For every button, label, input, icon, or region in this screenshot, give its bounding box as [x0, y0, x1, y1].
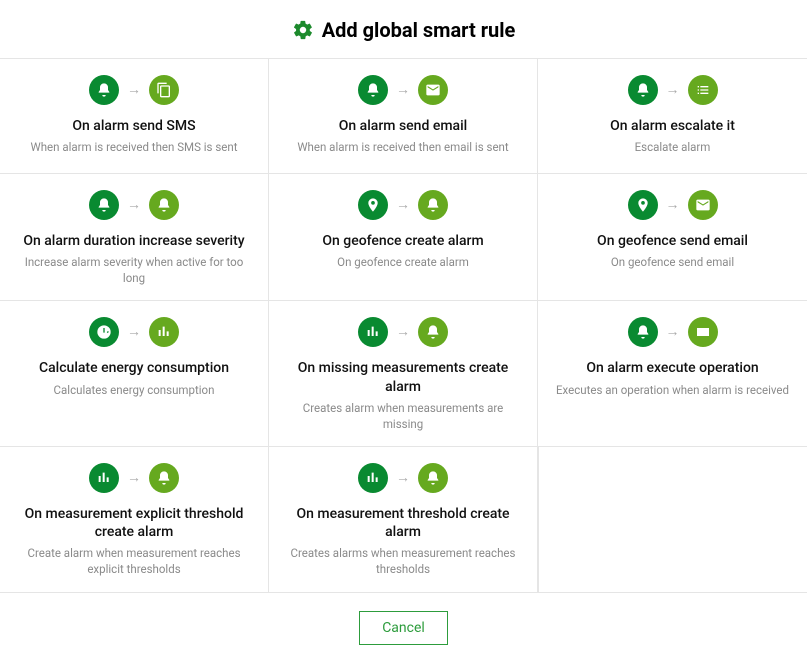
empty-cell: [538, 447, 807, 593]
rule-card[interactable]: → On missing measurements create alarm Cre…: [269, 301, 538, 447]
rule-description: Increase alarm severity when active for …: [10, 254, 258, 286]
arrow-icon: →: [127, 325, 141, 339]
rule-description: Calculates energy consumption: [48, 382, 221, 398]
operation-icon: [688, 317, 718, 347]
rule-card[interactable]: → On measurement explicit threshold creat…: [0, 447, 269, 593]
rule-title: On measurement threshold create alarm: [279, 505, 527, 541]
dialog-title: Add global smart rule: [322, 18, 516, 42]
bell-icon: [418, 317, 448, 347]
rule-description: Executes an operation when alarm is rece…: [550, 382, 795, 398]
rule-icon-row: →: [358, 190, 448, 220]
map-icon: [358, 190, 388, 220]
rule-card[interactable]: → On alarm send SMS When alarm is received…: [0, 59, 269, 174]
bell-icon: [358, 75, 388, 105]
rule-icon-row: →: [628, 75, 718, 105]
rule-description: Create alarm when measurement reaches ex…: [10, 545, 258, 577]
rule-title: On alarm send SMS: [72, 117, 195, 135]
rule-title: On alarm duration increase severity: [23, 232, 244, 250]
arrow-icon: →: [666, 325, 680, 339]
arrow-icon: →: [127, 198, 141, 212]
rule-description: When alarm is received then email is sen…: [291, 139, 514, 155]
bars-icon: [89, 463, 119, 493]
dialog-footer: Cancel: [0, 593, 807, 663]
arrow-icon: →: [127, 83, 141, 97]
rule-card[interactable]: → On geofence create alarm On geofence cre…: [269, 174, 538, 301]
bars-icon: [358, 463, 388, 493]
bars-icon: [149, 317, 179, 347]
arrow-icon: →: [396, 325, 410, 339]
rule-title: On missing measurements create alarm: [279, 359, 527, 395]
rule-title: Calculate energy consumption: [39, 359, 229, 377]
rule-title: On alarm send email: [339, 117, 467, 135]
rule-icon-row: →: [358, 463, 448, 493]
rule-icon-row: →: [89, 317, 179, 347]
rule-title: On alarm escalate it: [610, 117, 735, 135]
rule-icon-row: →: [89, 463, 179, 493]
arrow-icon: →: [666, 198, 680, 212]
bell-icon: [628, 75, 658, 105]
rule-title: On geofence create alarm: [322, 232, 483, 250]
rule-icon-row: →: [358, 317, 448, 347]
rule-icon-row: →: [89, 75, 179, 105]
bell-icon: [149, 190, 179, 220]
bell-icon: [628, 317, 658, 347]
bell-icon: [149, 463, 179, 493]
map-icon: [628, 190, 658, 220]
bell-icon: [418, 463, 448, 493]
rule-icon-row: →: [628, 317, 718, 347]
rule-title: On geofence send email: [597, 232, 748, 250]
arrow-icon: →: [396, 471, 410, 485]
arrow-icon: →: [396, 83, 410, 97]
rule-icon-row: →: [89, 190, 179, 220]
rule-card[interactable]: → On alarm execute operation Executes an o…: [538, 301, 807, 447]
gauge-icon: [89, 317, 119, 347]
mail-icon: [688, 190, 718, 220]
gear-icon: [292, 19, 314, 41]
arrow-icon: →: [396, 198, 410, 212]
rule-description: On geofence send email: [605, 254, 740, 270]
arrow-icon: →: [666, 83, 680, 97]
rule-title: On measurement explicit threshold create…: [10, 505, 258, 541]
rule-icon-row: →: [358, 75, 448, 105]
rule-card[interactable]: → On measurement threshold create alarm Cr…: [269, 447, 538, 593]
mail-icon: [418, 75, 448, 105]
rule-description: Escalate alarm: [629, 139, 717, 155]
rule-card[interactable]: → On alarm duration increase severity Incr…: [0, 174, 269, 301]
rule-card[interactable]: → On alarm send email When alarm is receiv…: [269, 59, 538, 174]
dialog-header: Add global smart rule: [0, 0, 807, 58]
rule-grid: → On alarm send SMS When alarm is received…: [0, 58, 807, 593]
rule-card[interactable]: → On alarm escalate it Escalate alarm: [538, 59, 807, 174]
bell-icon: [89, 75, 119, 105]
rule-card[interactable]: → On geofence send email On geofence send …: [538, 174, 807, 301]
copy-icon: [149, 75, 179, 105]
bars-icon: [358, 317, 388, 347]
rule-description: Creates alarm when measurements are miss…: [279, 400, 527, 432]
rule-title: On alarm execute operation: [586, 359, 758, 377]
list-icon: [688, 75, 718, 105]
bell-icon: [418, 190, 448, 220]
rule-description: Creates alarms when measurement reaches …: [279, 545, 527, 577]
rule-description: On geofence create alarm: [331, 254, 475, 270]
cancel-button[interactable]: Cancel: [359, 611, 448, 645]
rule-icon-row: →: [628, 190, 718, 220]
rule-description: When alarm is received then SMS is sent: [25, 139, 244, 155]
bell-icon: [89, 190, 119, 220]
arrow-icon: →: [127, 471, 141, 485]
rule-card[interactable]: → Calculate energy consumption Calculates …: [0, 301, 269, 447]
